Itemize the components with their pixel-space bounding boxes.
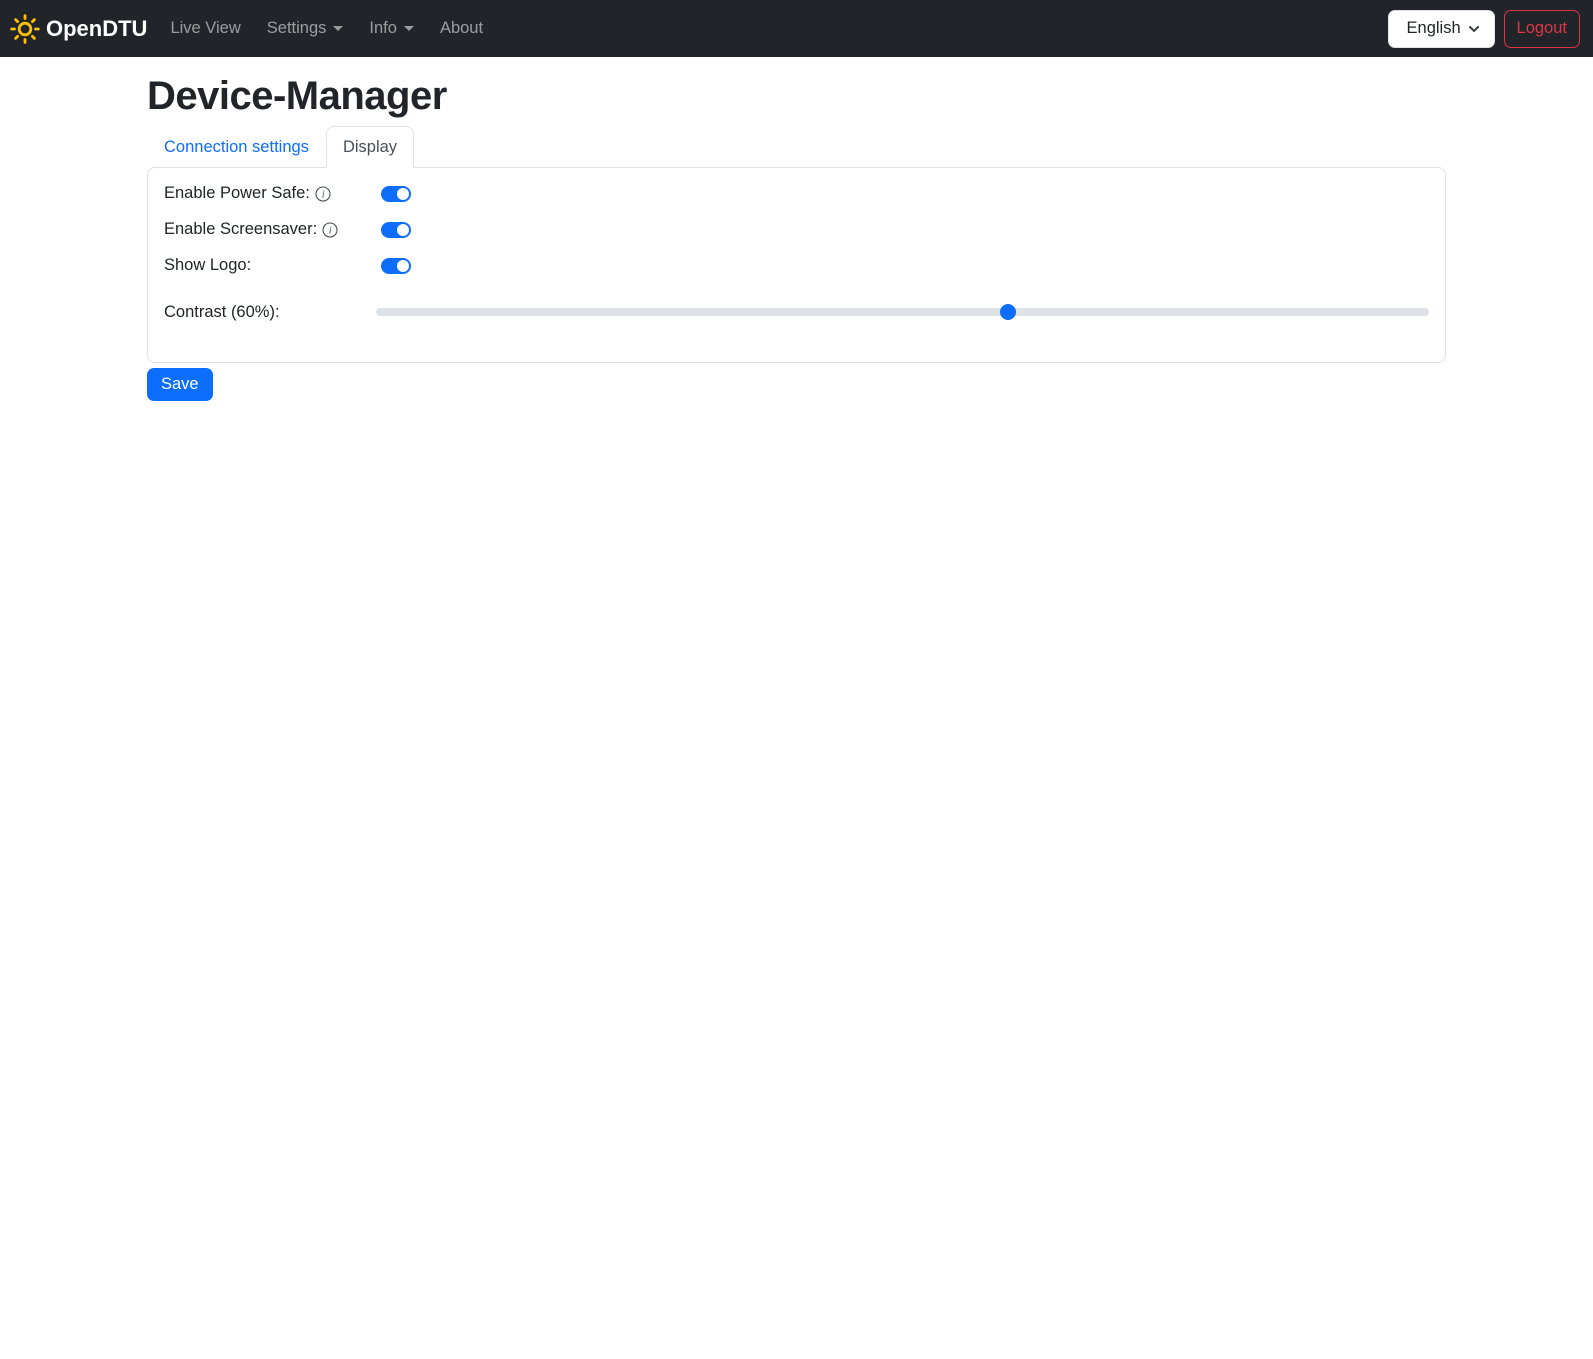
- field-label-text: Show Logo:: [164, 256, 252, 274]
- field-label-text: Contrast (60%):: [164, 302, 280, 321]
- field-label-show-logo: Show Logo:: [164, 256, 376, 275]
- caret-down-icon: [333, 26, 344, 31]
- nav-item-live-view[interactable]: Live View: [157, 11, 253, 46]
- logout-button[interactable]: Logout: [1503, 9, 1580, 48]
- language-select-value: English: [1406, 19, 1461, 37]
- form-row-power-safe: Enable Power Safe: i: [164, 184, 1429, 203]
- language-select[interactable]: English: [1387, 9, 1495, 48]
- brand-label: OpenDTU: [46, 15, 148, 41]
- caret-down-icon: [403, 26, 414, 31]
- field-control: [376, 257, 1429, 274]
- field-label-text: Enable Screensaver:: [164, 220, 318, 238]
- form-row-screensaver: Enable Screensaver: i: [164, 220, 1429, 239]
- save-button[interactable]: Save: [147, 368, 213, 401]
- nav-item-about[interactable]: About: [427, 11, 496, 46]
- field-label-contrast: Contrast (60%):: [164, 303, 376, 322]
- tab-connection-settings[interactable]: Connection settings: [147, 126, 326, 168]
- form-row-show-logo: Show Logo:: [164, 256, 1429, 275]
- field-label-screensaver: Enable Screensaver: i: [164, 220, 376, 239]
- nav-item-settings[interactable]: Settings: [254, 11, 357, 46]
- slider-thumb[interactable]: [999, 304, 1016, 320]
- display-settings-card: Enable Power Safe: i Enable Screensaver:: [147, 167, 1446, 363]
- field-label-text: Enable Power Safe:: [164, 184, 310, 202]
- screensaver-toggle[interactable]: [381, 221, 411, 238]
- field-control: [376, 185, 1429, 202]
- navbar-right: English Logout: [1387, 9, 1580, 48]
- info-circle-icon[interactable]: i: [315, 185, 331, 202]
- switch-knob: [397, 187, 409, 200]
- switch-knob: [397, 223, 409, 236]
- field-control: [376, 221, 1429, 238]
- tab-display[interactable]: Display: [325, 126, 415, 168]
- sun-icon: [10, 13, 40, 44]
- info-circle-icon[interactable]: i: [322, 221, 338, 238]
- show-logo-toggle[interactable]: [381, 257, 411, 274]
- switch-knob: [397, 259, 409, 272]
- nav-item-settings-label: Settings: [266, 19, 327, 37]
- nav-item-info-label: Info: [369, 19, 397, 37]
- main-content: Device-Manager Connection settings Displ…: [147, 74, 1446, 401]
- chevron-down-icon: [1467, 22, 1481, 36]
- field-control: [376, 304, 1429, 320]
- navbar: OpenDTU Live View Settings Info About En…: [0, 0, 1593, 57]
- form-row-contrast: Contrast (60%):: [164, 292, 1429, 346]
- page-title: Device-Manager: [147, 74, 447, 118]
- power-safe-toggle[interactable]: [381, 185, 411, 202]
- contrast-slider[interactable]: [376, 304, 1429, 320]
- brand[interactable]: OpenDTU: [10, 13, 148, 44]
- svg-text:i: i: [329, 225, 332, 236]
- field-label-power-safe: Enable Power Safe: i: [164, 184, 376, 203]
- tab-bar: Connection settings Display: [147, 126, 1446, 168]
- nav-links: Live View Settings Info About: [157, 11, 496, 46]
- svg-text:i: i: [322, 189, 325, 200]
- nav-item-info[interactable]: Info: [356, 11, 427, 46]
